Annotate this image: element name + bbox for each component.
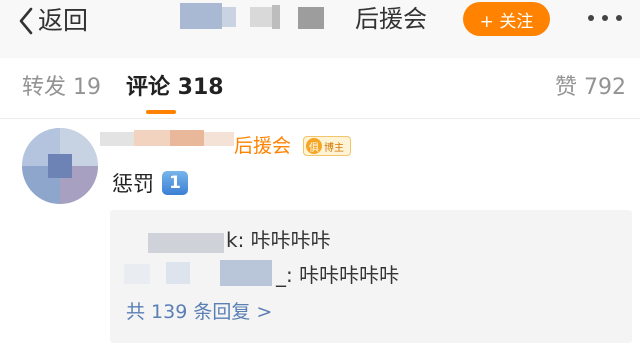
reply-box[interactable]: k: 咔咔咔咔 _: 咔咔咔咔咔 共 139 条回复 > [110,210,632,343]
group-name-title: 后援会 [355,5,427,33]
badge-label: 博主 [324,142,344,154]
view-replies-link[interactable]: 共 139 条回复 > [126,299,272,325]
top-nav-bar: 返回 后援会 + 关注 [0,0,640,58]
fan-badge: 俱 博主 [303,136,351,156]
comment-text: 惩罚 [112,172,154,196]
reply-text: k: 咔咔咔咔 [226,228,331,252]
reply-row[interactable]: _: 咔咔咔咔咔 [110,260,632,290]
divider [0,118,640,119]
back-label: 返回 [38,6,89,35]
tab-likes[interactable]: 赞 792 [555,74,626,102]
blurred-reply-username [148,233,224,253]
blurred-reply-username [124,264,150,284]
avatar[interactable] [22,128,98,204]
number-one-emoji: 1 [162,171,188,195]
follow-button[interactable]: + 关注 [463,2,550,36]
username-suffix[interactable]: 后援会 [234,134,291,158]
tab-repost[interactable]: 转发 19 [22,74,101,102]
blurred-title [180,3,330,29]
tab-comments[interactable]: 评论 318 [126,74,224,102]
blurred-username[interactable] [100,128,234,148]
back-button[interactable]: 返回 [18,6,88,36]
tab-bar: 转发 19 评论 318 赞 792 [0,58,640,118]
fan-badge-icon: 俱 [306,138,322,154]
active-tab-indicator [146,110,176,114]
chevron-left-icon [18,7,34,35]
more-dots-icon[interactable] [580,4,630,32]
reply-text: _: 咔咔咔咔咔 [276,263,400,287]
reply-row[interactable]: k: 咔咔咔咔 [110,225,632,255]
